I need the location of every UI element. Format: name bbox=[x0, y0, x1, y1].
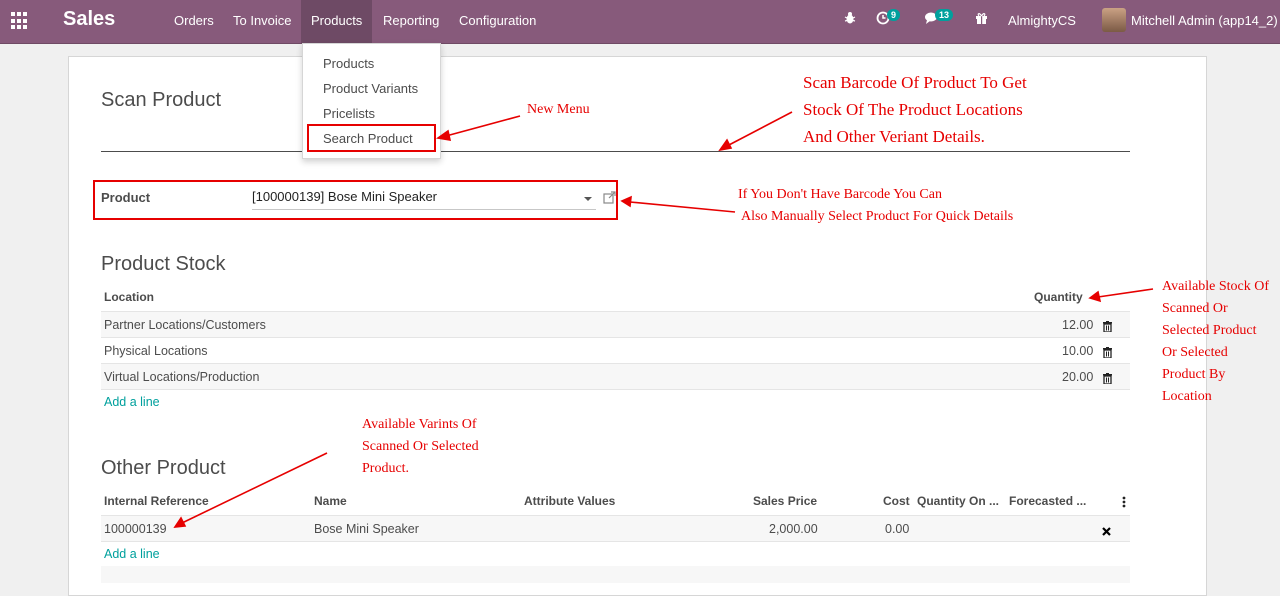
annotation-line: Available Stock Of bbox=[1162, 279, 1270, 294]
annotation-line: Product. bbox=[362, 461, 410, 476]
menu-to-invoice[interactable]: To Invoice bbox=[223, 0, 302, 43]
trash-icon[interactable] bbox=[1103, 371, 1112, 385]
stock-add-line-link[interactable]: Add a line bbox=[104, 395, 160, 409]
annotation-manual-line2: Also Manually Select Product For Quick D… bbox=[741, 209, 1014, 224]
stock-section-title: Product Stock bbox=[101, 253, 226, 275]
annotation-new-menu: New Menu bbox=[527, 102, 590, 117]
page-title: Scan Product bbox=[101, 89, 222, 111]
title-divider bbox=[101, 151, 1130, 152]
annotation-line: Scanned Or Selected bbox=[362, 439, 479, 454]
product-select[interactable]: [100000139] Bose Mini Speaker bbox=[252, 189, 596, 210]
menu-reporting[interactable]: Reporting bbox=[373, 0, 449, 43]
trash-icon[interactable] bbox=[1103, 345, 1112, 359]
dropdown-item-pricelists[interactable]: Pricelists bbox=[323, 106, 375, 121]
annotation-line: Available Varints Of bbox=[362, 417, 477, 432]
column-header-name[interactable]: Name bbox=[314, 494, 347, 508]
annotation-line: Or Selected bbox=[1162, 345, 1228, 360]
variant-price-cell: 2,000.00 bbox=[769, 522, 818, 536]
row-divider bbox=[101, 337, 1130, 338]
annotation-line: Stock Of The Product Locations bbox=[803, 100, 1023, 119]
column-header-sales-price[interactable]: Sales Price bbox=[753, 494, 817, 508]
dropdown-item-product-variants[interactable]: Product Variants bbox=[323, 81, 418, 96]
annotation-available-stock: Available Stock Of Scanned Or Selected P… bbox=[1162, 276, 1269, 408]
annotation-line: Location bbox=[1162, 389, 1212, 404]
menu-products[interactable]: Products bbox=[301, 0, 373, 43]
kebab-icon[interactable] bbox=[1122, 495, 1126, 513]
annotation-line: Scanned Or bbox=[1162, 301, 1228, 316]
stock-quantity-cell: 12.00 bbox=[1062, 318, 1094, 332]
products-dropdown-menu: Products Product Variants Pricelists Sea… bbox=[302, 43, 441, 159]
company-switcher[interactable]: AlmightyCS bbox=[1008, 0, 1076, 42]
column-header-location[interactable]: Location bbox=[104, 290, 154, 304]
annotation-line: Product By bbox=[1162, 367, 1226, 382]
annotation-manual-line1: If You Don't Have Barcode You Can bbox=[738, 187, 942, 202]
chat-icon[interactable]: 13 bbox=[924, 9, 954, 28]
column-header-quantity[interactable]: Quantity bbox=[1034, 290, 1083, 304]
variant-name-cell: Bose Mini Speaker bbox=[314, 522, 419, 536]
app-brand: Sales bbox=[63, 8, 116, 30]
user-menu[interactable]: Mitchell Admin (app14_2) bbox=[1131, 0, 1278, 42]
menu-orders[interactable]: Orders bbox=[164, 0, 224, 43]
stock-quantity-cell: 10.00 bbox=[1062, 344, 1094, 358]
bug-icon[interactable] bbox=[843, 11, 857, 28]
column-header-internal-reference[interactable]: Internal Reference bbox=[104, 494, 209, 508]
other-add-line-link[interactable]: Add a line bbox=[104, 547, 160, 561]
column-header-forecasted[interactable]: Forecasted ... bbox=[1009, 494, 1086, 508]
grid-icon[interactable] bbox=[11, 12, 29, 30]
dropdown-item-products[interactable]: Products bbox=[323, 56, 374, 71]
product-label: Product bbox=[101, 190, 151, 205]
top-navbar: Sales Orders To Invoice Products Reporti… bbox=[0, 0, 1280, 44]
row-divider bbox=[101, 541, 1130, 542]
column-header-attribute-values[interactable]: Attribute Values bbox=[524, 494, 615, 508]
close-icon[interactable] bbox=[1102, 523, 1111, 541]
stock-quantity-cell: 20.00 bbox=[1062, 370, 1094, 384]
chevron-down-icon[interactable] bbox=[584, 197, 592, 201]
external-link-icon[interactable] bbox=[603, 191, 616, 204]
table-row[interactable] bbox=[101, 516, 1130, 541]
trash-icon[interactable] bbox=[1103, 319, 1112, 333]
annotation-line: Selected Product bbox=[1162, 323, 1257, 338]
annotation-line: Scan Barcode Of Product To Get bbox=[803, 73, 1027, 92]
avatar[interactable] bbox=[1102, 8, 1126, 32]
stock-location-cell: Virtual Locations/Production bbox=[104, 370, 260, 384]
variant-reference-cell: 100000139 bbox=[104, 522, 167, 536]
column-header-quantity-on-hand[interactable]: Quantity On ... bbox=[917, 494, 999, 508]
annotation-available-variants: Available Varints Of Scanned Or Selected… bbox=[362, 414, 479, 480]
variant-cost-cell: 0.00 bbox=[885, 522, 910, 536]
stock-location-cell: Partner Locations/Customers bbox=[104, 318, 266, 332]
chat-count-badge: 13 bbox=[935, 9, 954, 21]
activity-count-badge: 9 bbox=[887, 9, 901, 21]
menu-configuration[interactable]: Configuration bbox=[449, 0, 546, 43]
dropdown-item-search-product[interactable]: Search Product bbox=[323, 131, 413, 146]
gift-icon[interactable] bbox=[975, 11, 988, 28]
annotation-scan-barcode: Scan Barcode Of Product To Get Stock Of … bbox=[803, 69, 1027, 150]
column-header-cost[interactable]: Cost bbox=[883, 494, 910, 508]
annotation-line: And Other Veriant Details. bbox=[803, 127, 985, 146]
row-divider bbox=[101, 389, 1130, 390]
empty-row bbox=[101, 566, 1130, 583]
stock-location-cell: Physical Locations bbox=[104, 344, 208, 358]
other-section-title: Other Product bbox=[101, 457, 226, 479]
clock-icon[interactable]: 9 bbox=[876, 9, 901, 28]
